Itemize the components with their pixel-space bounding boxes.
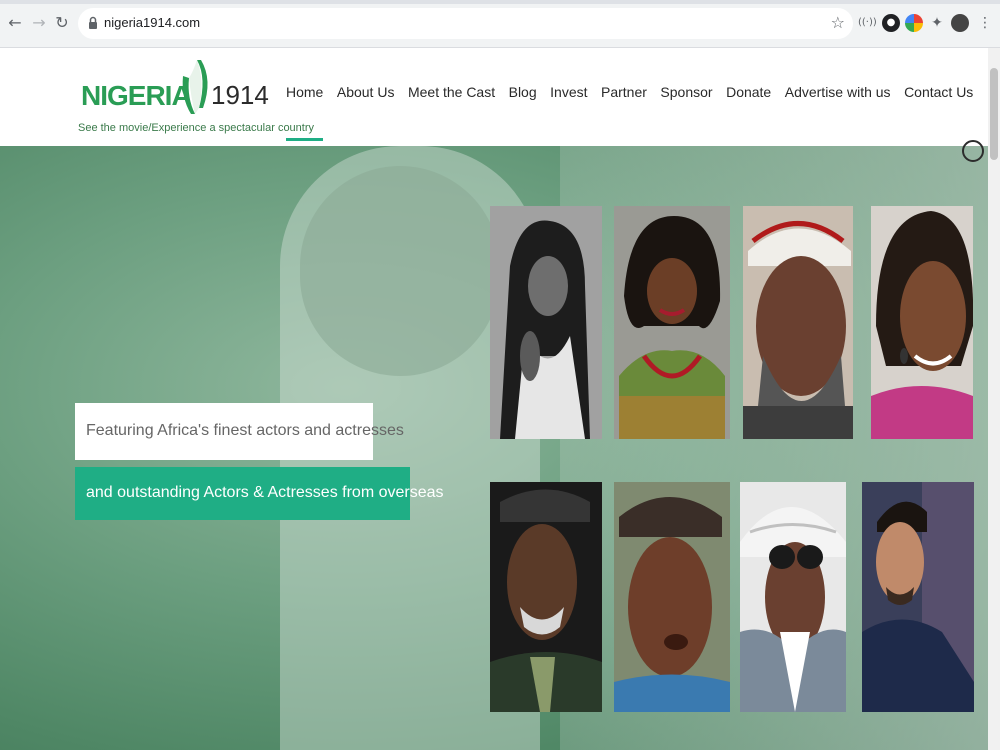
- hero-background-head: [300, 166, 500, 376]
- forward-arrow-icon[interactable]: →: [30, 14, 48, 32]
- nav-advertise-with-us[interactable]: Advertise with us: [785, 84, 891, 100]
- reload-icon[interactable]: ↻: [53, 14, 71, 32]
- cast-photo-6[interactable]: [614, 482, 730, 712]
- site-logo[interactable]: NIGERIA 1914 See the movie/Experience a …: [78, 56, 314, 136]
- actor-portrait-image: [862, 482, 974, 712]
- browser-toolbar: ← → ↻ nigeria1914.com ☆ ((·)) ● ✦ ⋮: [0, 0, 1000, 48]
- nav-blog[interactable]: Blog: [509, 84, 537, 100]
- extensions-puzzle-icon[interactable]: ✦: [928, 14, 946, 32]
- main-navigation: Home About Us Meet the Cast Blog Invest …: [286, 84, 987, 141]
- nav-sponsor[interactable]: Sponsor: [660, 84, 712, 100]
- cast-photo-3[interactable]: [743, 206, 853, 439]
- actress-portrait-image: [614, 206, 730, 439]
- url-text: nigeria1914.com: [104, 15, 201, 30]
- site-header: NIGERIA 1914 See the movie/Experience a …: [0, 48, 990, 146]
- cast-photo-8[interactable]: [862, 482, 974, 712]
- nav-invest[interactable]: Invest: [550, 84, 587, 100]
- tab-strip: [0, 0, 1000, 4]
- logo-tagline: See the movie/Experience a spectacular c…: [78, 122, 315, 134]
- actress-portrait-image: [490, 206, 602, 439]
- browser-menu-icon[interactable]: ⋮: [976, 14, 994, 32]
- extension-cast-icon[interactable]: ((·)): [858, 14, 877, 32]
- nav-meet-the-cast[interactable]: Meet the Cast: [408, 84, 495, 100]
- page-scrollbar[interactable]: [988, 48, 1000, 750]
- logo-year: 1914: [211, 80, 269, 110]
- cast-photo-2[interactable]: [614, 206, 730, 439]
- cast-photo-7[interactable]: [740, 482, 846, 712]
- hero-caption-secondary: and outstanding Actors & Actresses from …: [75, 467, 444, 520]
- hero-caption-secondary-text: and outstanding Actors & Actresses from …: [86, 484, 444, 501]
- hero-caption-primary: Featuring Africa's finest actors and act…: [75, 403, 404, 460]
- actor-portrait-image: [490, 482, 602, 712]
- nav-home[interactable]: Home: [286, 84, 324, 141]
- address-bar[interactable]: nigeria1914.com ☆: [78, 8, 853, 39]
- nav-contact-us[interactable]: Contact Us: [904, 84, 973, 100]
- flag-leaf-icon: [182, 60, 208, 114]
- scrollbar-thumb[interactable]: [990, 68, 998, 160]
- cast-photo-4[interactable]: [871, 206, 973, 439]
- nav-donate[interactable]: Donate: [726, 84, 771, 100]
- hero-caption-primary-text: Featuring Africa's finest actors and act…: [86, 422, 404, 439]
- actor-portrait-image: [740, 482, 846, 712]
- nav-about-us[interactable]: About Us: [337, 84, 395, 100]
- cast-photo-1[interactable]: [490, 206, 602, 439]
- extension-colorwheel-icon[interactable]: [905, 14, 923, 32]
- extension-shield-icon[interactable]: ●: [882, 14, 900, 32]
- profile-avatar[interactable]: [951, 14, 969, 32]
- nav-partner[interactable]: Partner: [601, 84, 647, 100]
- cast-photo-5[interactable]: [490, 482, 602, 712]
- actress-portrait-image: [871, 206, 973, 439]
- back-arrow-icon[interactable]: ←: [6, 14, 24, 32]
- actor-portrait-image: [743, 206, 853, 439]
- lock-icon: [89, 16, 97, 29]
- ring-icon: [962, 140, 984, 162]
- actor-portrait-image: [614, 482, 730, 712]
- bookmark-star-icon[interactable]: ☆: [831, 13, 845, 32]
